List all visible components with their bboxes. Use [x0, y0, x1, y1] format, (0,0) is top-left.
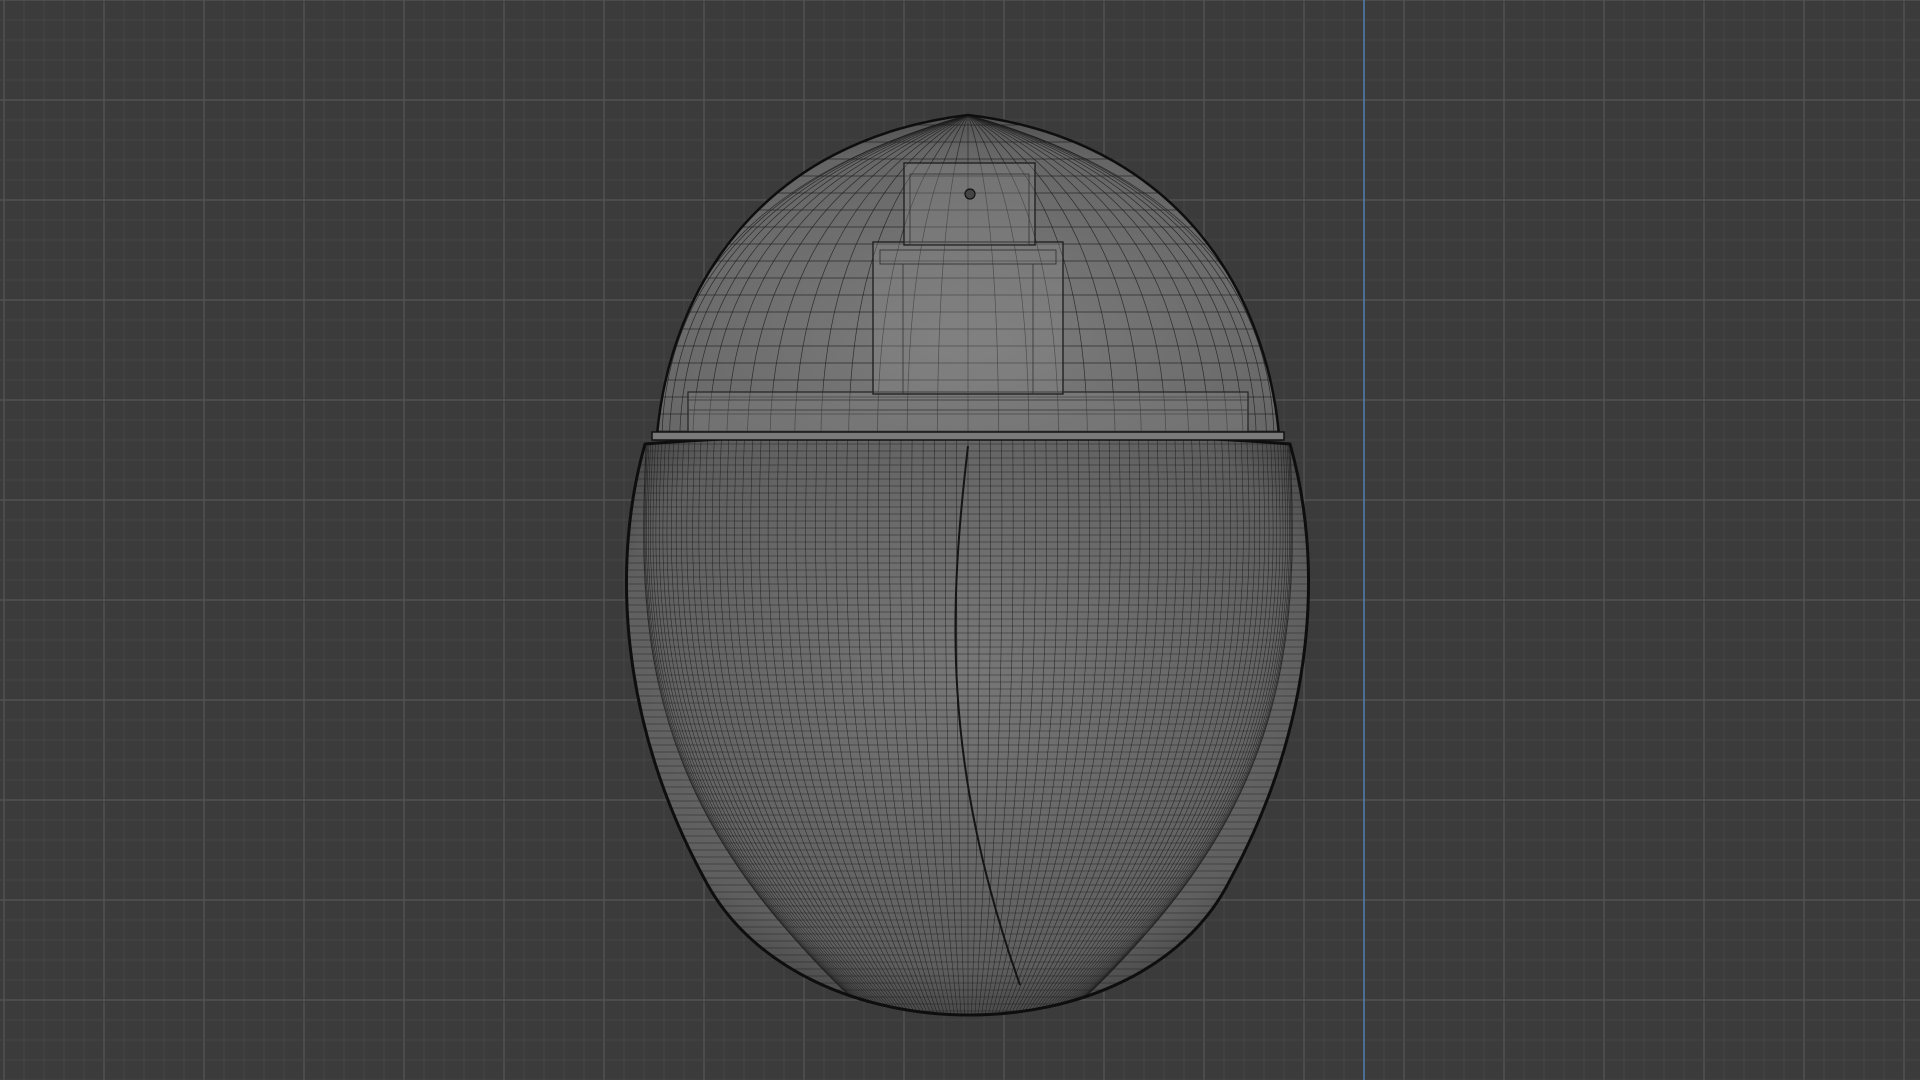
spray-nozzle — [903, 162, 1036, 246]
cap-dome[interactable] — [640, 113, 1300, 441]
cap-rim — [651, 431, 1285, 441]
nozzle-hole — [964, 188, 976, 200]
3d-viewport[interactable] — [0, 0, 1920, 1080]
spray-nozzle-base — [872, 241, 1064, 395]
mesh-object[interactable] — [0, 0, 1920, 1080]
neck-collar — [687, 391, 1249, 437]
bottle-body[interactable] — [600, 432, 1340, 1058]
